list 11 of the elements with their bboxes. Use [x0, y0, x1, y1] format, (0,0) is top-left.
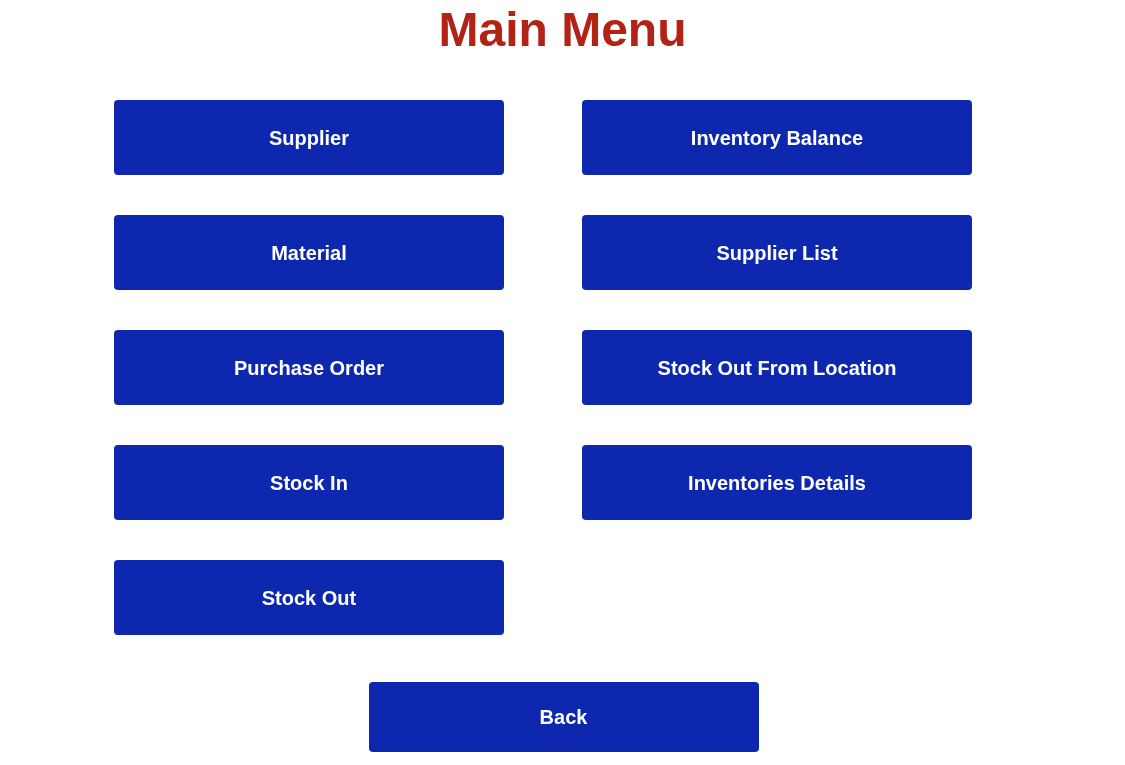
menu-button[interactable]: Supplier [114, 100, 504, 175]
menu-button[interactable]: Purchase Order [114, 330, 504, 405]
menu-button[interactable]: Stock In [114, 445, 504, 520]
page-title: Main Menu [438, 4, 687, 56]
menu-button[interactable]: Inventory Balance [582, 100, 972, 175]
menu-button[interactable]: Stock Out From Location [582, 330, 972, 405]
menu-button[interactable]: Inventories Details [582, 445, 972, 520]
menu-button[interactable]: Supplier List [582, 215, 972, 290]
menu-button[interactable]: Material [114, 215, 504, 290]
menu-button[interactable]: Stock Out [114, 560, 504, 635]
back-button[interactable]: Back [368, 682, 759, 752]
